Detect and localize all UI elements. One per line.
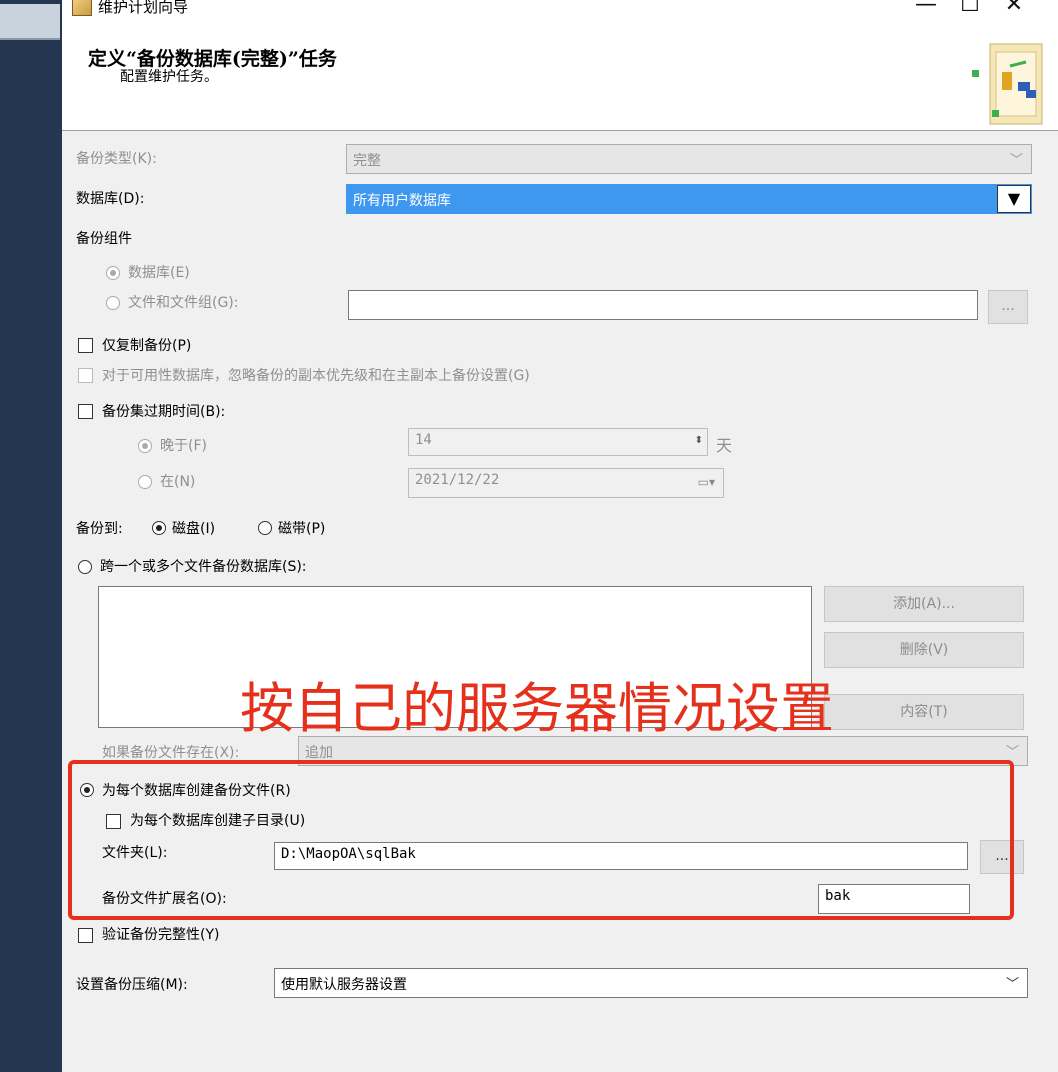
backup-component-label: 备份组件 [76, 231, 132, 247]
span-files-radio[interactable] [78, 560, 92, 574]
if-exists-value: 追加 [305, 745, 333, 761]
backup-type-select[interactable]: 完整 ﹀ [346, 144, 1032, 174]
days-unit-label: 天 [716, 436, 733, 455]
verify-checkbox[interactable] [78, 928, 93, 943]
ignore-replica-label: 对于可用性数据库，忽略备份的副本优先级和在主副本上备份设置(G) [102, 368, 530, 384]
files-radio-label: 文件和文件组(G): [128, 295, 239, 311]
database-radio-label: 数据库(E) [128, 265, 190, 281]
if-exists-label: 如果备份文件存在(X): [102, 745, 240, 761]
dropdown-arrow-icon[interactable]: ▼ [997, 185, 1031, 213]
compression-value: 使用默认服务器设置 [281, 977, 407, 993]
disk-radio-label: 磁盘(I) [172, 521, 216, 537]
minimize-button[interactable]: — [904, 0, 948, 20]
wizard-app-icon [72, 0, 92, 16]
chevron-down-icon: ﹀ [1005, 745, 1019, 760]
files-input[interactable] [348, 290, 978, 320]
copy-only-label: 仅复制备份(P) [102, 338, 192, 354]
database-label: 数据库(D): [76, 191, 145, 207]
wizard-illustration-icon [972, 43, 1043, 125]
tape-radio-label: 磁带(P) [278, 521, 326, 537]
contents-button[interactable]: 内容(T) [824, 694, 1024, 730]
chevron-down-icon: ﹀ [1009, 153, 1023, 168]
add-button[interactable]: 添加(A)... [824, 586, 1024, 622]
backup-to-label: 备份到: [76, 521, 123, 537]
database-select[interactable]: 所有用户数据库 ▼ [346, 184, 1032, 214]
expire-on-radio[interactable] [138, 475, 152, 489]
background-tab [0, 4, 60, 40]
verify-label: 验证备份完整性(Y) [102, 927, 220, 943]
database-radio[interactable] [106, 266, 120, 280]
copy-only-checkbox[interactable] [78, 338, 93, 353]
expire-days-spinner[interactable]: 14 ⬍ [408, 428, 708, 456]
tape-radio[interactable] [258, 521, 272, 535]
close-button[interactable]: ✕ [992, 0, 1036, 20]
files-radio[interactable] [106, 296, 120, 310]
expire-after-radio[interactable] [138, 439, 152, 453]
backup-type-value: 完整 [353, 153, 381, 169]
files-browse-button[interactable]: ... [988, 290, 1028, 324]
page-subtitle: 配置维护任务。 [120, 69, 218, 85]
database-value: 所有用户数据库 [353, 193, 451, 209]
expire-date-picker[interactable]: 2021/12/22 ▭▾ [408, 468, 724, 498]
wizard-window: 维护计划向导 — ☐ ✕ 定义“备份数据库(完整)”任务 配置维护任务。 备份类… [62, 0, 1058, 1072]
expire-days-value: 14 [415, 432, 432, 448]
calendar-icon[interactable]: ▭▾ [698, 475, 715, 489]
title-bar: 维护计划向导 — ☐ ✕ [62, 0, 1058, 22]
maximize-button[interactable]: ☐ [948, 0, 992, 20]
expire-label: 备份集过期时间(B): [102, 404, 226, 420]
compression-select[interactable]: 使用默认服务器设置 ﹀ [274, 968, 1028, 998]
expire-checkbox[interactable] [78, 404, 93, 419]
compression-label: 设置备份压缩(M): [76, 977, 188, 993]
expire-after-label: 晚于(F) [160, 438, 207, 454]
disk-radio[interactable] [152, 521, 166, 535]
chevron-down-icon: ﹀ [1005, 977, 1019, 992]
window-title: 维护计划向导 [98, 0, 189, 16]
background-window [0, 0, 62, 1072]
wizard-header: 定义“备份数据库(完整)”任务 配置维护任务。 [62, 22, 1058, 131]
spinner-arrows-icon[interactable]: ⬍ [695, 435, 703, 446]
backup-type-label: 备份类型(K): [76, 151, 157, 167]
remove-button[interactable]: 删除(V) [824, 632, 1024, 668]
expire-date-value: 2021/12/22 [415, 472, 500, 488]
annotation-text: 按自己的服务器情况设置 [240, 677, 834, 740]
highlight-box [68, 760, 1014, 920]
ignore-replica-checkbox[interactable] [78, 368, 93, 383]
expire-on-label: 在(N) [160, 474, 196, 490]
span-files-label: 跨一个或多个文件备份数据库(S): [100, 559, 307, 575]
